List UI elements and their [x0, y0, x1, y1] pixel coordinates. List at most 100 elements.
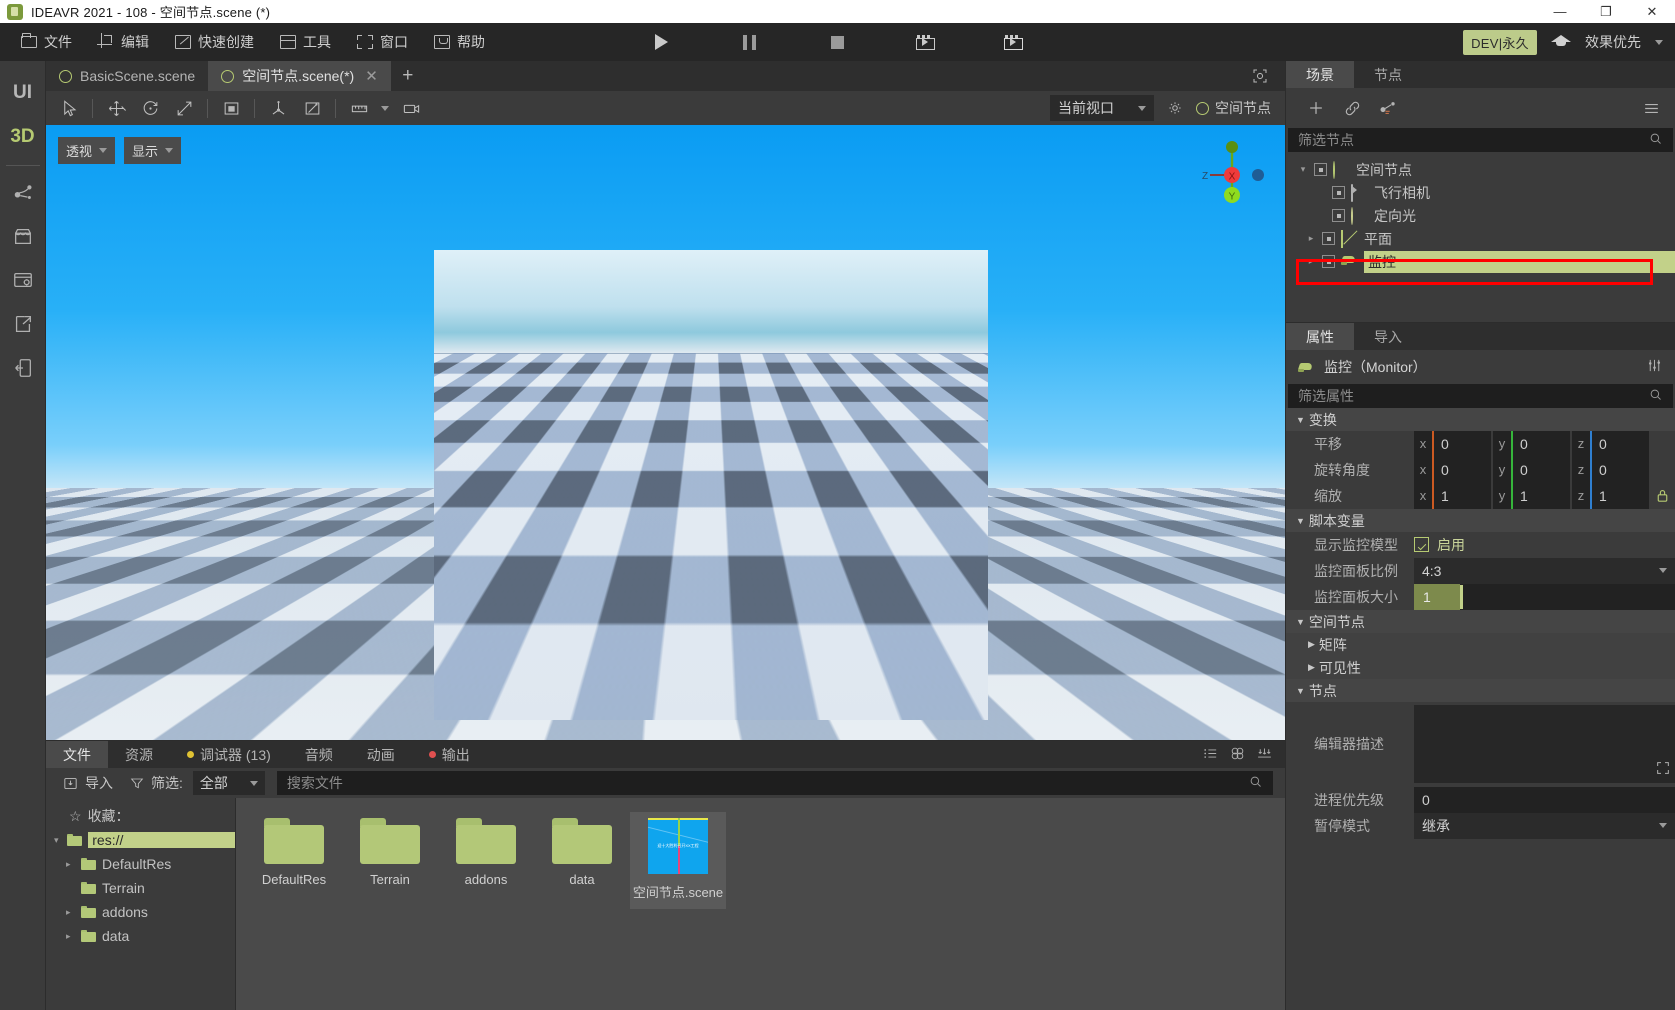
node-row-camera[interactable]: 飞行相机 [1286, 181, 1675, 204]
3d-viewport[interactable]: 透视 显示 X Y Z [46, 125, 1285, 740]
subsection-matrix[interactable]: ▶ 矩阵 [1286, 633, 1675, 656]
tab-files[interactable]: 文件 [46, 741, 108, 768]
section-transform[interactable]: ▼ 变换 [1286, 408, 1675, 431]
sliders-icon[interactable] [1646, 357, 1663, 377]
rotate-tool[interactable] [133, 93, 167, 123]
axis-gizmo[interactable]: X Y Z [1193, 137, 1271, 215]
file-item-data[interactable]: data [534, 812, 630, 895]
tab-debugger[interactable]: 调试器 (13) [170, 741, 288, 768]
node-filter-input[interactable]: 筛选节点 [1288, 128, 1673, 152]
expand-arrow-icon[interactable]: ▸ [66, 931, 75, 942]
ruler-tool[interactable] [342, 93, 376, 123]
export-share-icon[interactable] [0, 302, 46, 346]
menu-file[interactable]: 文件 [8, 23, 85, 61]
maximize-button[interactable]: ❐ [1583, 0, 1629, 23]
monitor-panel-size-slider[interactable]: 1 [1414, 583, 1675, 610]
file-item-terrain[interactable]: Terrain [342, 812, 438, 895]
play-button[interactable] [647, 27, 677, 57]
axis-space-tool[interactable] [261, 93, 295, 123]
hamburger-icon[interactable] [1635, 93, 1667, 123]
dev-license-badge[interactable]: DEV|永久 [1463, 29, 1537, 55]
perspective-dropdown[interactable]: 透视 [58, 137, 116, 164]
node-graph-icon[interactable] [0, 170, 46, 214]
file-search-input[interactable]: 搜索文件 [276, 771, 1273, 795]
expand-icon[interactable] [1655, 760, 1671, 779]
tree-item-defaultres[interactable]: ▸ DefaultRes [46, 852, 235, 876]
tab-animation[interactable]: 动画 [349, 741, 412, 768]
expand-arrow-icon[interactable]: ▸ [66, 907, 75, 918]
node-row-plane[interactable]: ▸ 平面 [1286, 227, 1675, 250]
scale-tool[interactable] [167, 93, 201, 123]
visibility-toggle[interactable] [1322, 255, 1335, 268]
node-row-light[interactable]: 定向光 [1286, 204, 1675, 227]
section-node[interactable]: ▼ 节点 [1286, 679, 1675, 702]
section-script-variables[interactable]: ▼ 脚本变量 [1286, 509, 1675, 532]
menu-edit[interactable]: 编辑 [85, 23, 162, 61]
stop-button[interactable] [823, 27, 853, 57]
menu-quick-create[interactable]: 快速创建 [162, 23, 267, 61]
visibility-toggle[interactable] [1322, 232, 1335, 245]
tree-item-data[interactable]: ▸ data [46, 924, 235, 948]
camera-tool[interactable] [394, 93, 428, 123]
property-filter-input[interactable]: 筛选属性 [1288, 384, 1673, 408]
process-priority-field[interactable]: 0 [1414, 786, 1675, 813]
play-custom-scene-button[interactable] [999, 27, 1029, 57]
tree-item-res[interactable]: ▾ res:// [46, 828, 235, 852]
close-button[interactable]: ✕ [1629, 0, 1675, 23]
tab-scene[interactable]: 场景 [1286, 61, 1354, 88]
expand-arrow-icon[interactable]: ▾ [54, 835, 61, 846]
tab-output[interactable]: 输出 [411, 741, 487, 768]
scale-x-field[interactable]: x1 [1414, 482, 1491, 509]
rail-mode-3d[interactable]: 3D [0, 115, 46, 159]
list-view-icon[interactable] [1202, 745, 1219, 765]
tab-resources[interactable]: 资源 [108, 741, 170, 768]
render-mode-label[interactable]: 效果优先 [1585, 32, 1641, 52]
gear-icon[interactable] [1162, 95, 1188, 121]
tab-audio[interactable]: 音频 [287, 741, 350, 768]
translate-y-field[interactable]: y0 [1493, 430, 1570, 457]
tree-item-addons[interactable]: ▸ addons [46, 900, 235, 924]
add-node-button[interactable] [1300, 93, 1332, 123]
minimize-button[interactable]: — [1537, 0, 1583, 23]
viewport-select[interactable]: 当前视口 [1050, 95, 1154, 121]
plane-mesh[interactable] [434, 250, 988, 720]
import-button[interactable]: 导入 [54, 771, 121, 795]
ruler-dropdown-icon[interactable] [376, 93, 394, 123]
store-icon[interactable] [0, 214, 46, 258]
add-scene-tab-button[interactable]: + [391, 61, 425, 91]
download-icon[interactable] [1256, 745, 1273, 765]
visibility-toggle[interactable] [1332, 186, 1345, 199]
tree-item-terrain[interactable]: Terrain [46, 876, 235, 900]
node-row-monitor[interactable]: ▸ 监控 [1286, 250, 1675, 273]
rotate-y-field[interactable]: y0 [1493, 456, 1570, 483]
browser-settings-icon[interactable] [0, 258, 46, 302]
show-monitor-model-checkbox[interactable] [1414, 537, 1429, 552]
graduation-cap-icon[interactable] [1551, 35, 1571, 49]
chevron-down-icon[interactable] [1655, 39, 1663, 45]
expand-arrow-icon[interactable]: ▸ [66, 859, 75, 870]
tab-node[interactable]: 节点 [1354, 61, 1422, 88]
scale-lock-icon[interactable] [1649, 483, 1675, 509]
rotate-z-field[interactable]: z0 [1572, 456, 1649, 483]
snap-tool[interactable] [295, 93, 329, 123]
visibility-toggle[interactable] [1332, 209, 1345, 222]
subsection-visibility[interactable]: ▶ 可见性 [1286, 656, 1675, 679]
node-row-spatial[interactable]: ▾ 空间节点 [1286, 158, 1675, 181]
select-tool[interactable] [52, 93, 86, 123]
box-select-tool[interactable] [214, 93, 248, 123]
translate-z-field[interactable]: z0 [1572, 430, 1649, 457]
expand-arrow-icon[interactable]: ▸ [1306, 256, 1316, 267]
menu-help[interactable]: 帮助 [421, 23, 498, 61]
script-button[interactable] [1372, 93, 1404, 123]
scene-tab-basicscene[interactable]: BasicScene.scene [46, 61, 209, 91]
visibility-toggle[interactable] [1314, 163, 1327, 176]
monitor-panel-ratio-select[interactable]: 4:3 [1414, 557, 1675, 584]
rotate-x-field[interactable]: x0 [1414, 456, 1491, 483]
tab-import[interactable]: 导入 [1354, 323, 1422, 350]
pause-mode-select[interactable]: 继承 [1414, 812, 1675, 839]
scale-z-field[interactable]: z1 [1572, 482, 1649, 509]
pause-button[interactable] [735, 27, 765, 57]
menu-tools[interactable]: 工具 [267, 23, 344, 61]
play-scene-button[interactable] [911, 27, 941, 57]
expand-arrow-icon[interactable]: ▾ [1298, 164, 1308, 175]
